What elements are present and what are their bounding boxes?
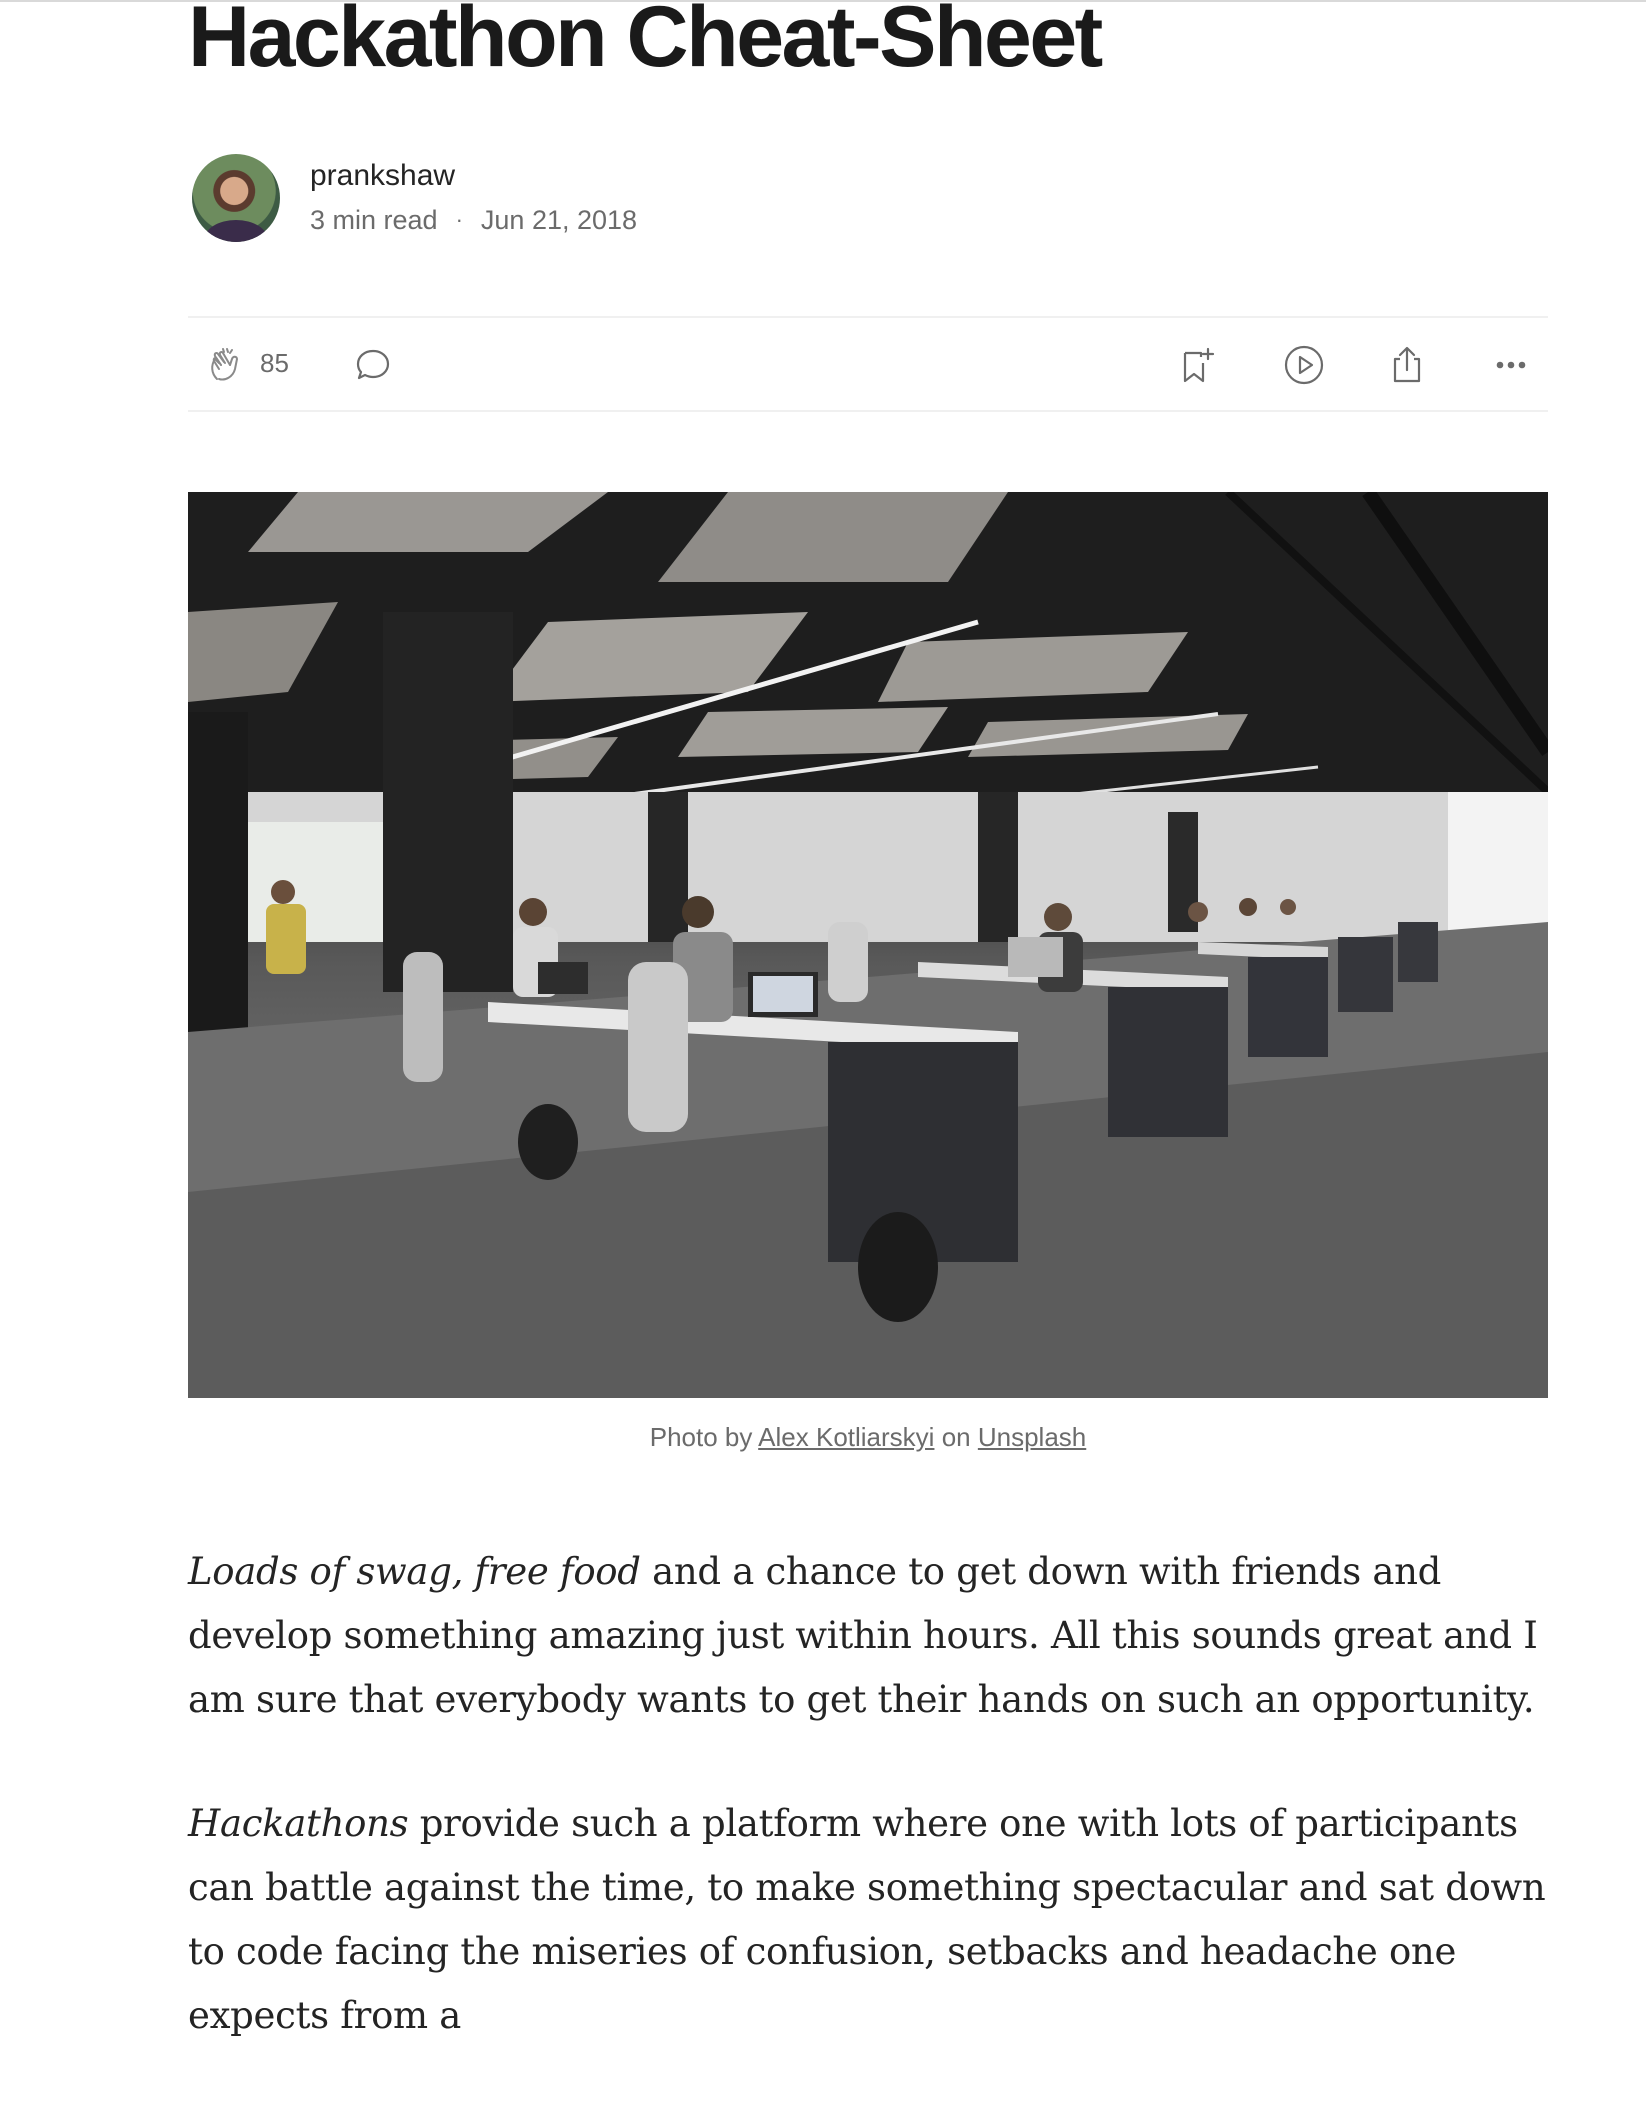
bookmark-add-icon[interactable] — [1176, 344, 1218, 386]
article-action-bar: 85 — [188, 316, 1548, 412]
read-time: 3 min read — [310, 205, 438, 235]
article: Hackathon Cheat-Sheet prankshaw 3 min re… — [188, 0, 1548, 2037]
share-icon[interactable] — [1386, 344, 1428, 386]
publish-date: Jun 21, 2018 — [480, 205, 638, 235]
caption-prefix: Photo by — [649, 1422, 753, 1452]
unsplash-link[interactable]: Unsplash — [978, 1422, 1086, 1452]
more-icon[interactable] — [1490, 344, 1532, 386]
article-body: Loads of swag, free food and a chance to… — [188, 1540, 1548, 2108]
author-name[interactable]: prankshaw — [310, 157, 637, 195]
clap-count: 85 — [260, 348, 289, 378]
author-meta: prankshaw 3 min read · Jun 21, 2018 — [310, 157, 637, 239]
article-meta: 3 min read · Jun 21, 2018 — [310, 201, 637, 239]
photographer-link[interactable]: Alex Kotliarskyi — [758, 1422, 934, 1452]
article-title: Hackathon Cheat-Sheet — [188, 0, 1103, 85]
paragraph: Loads of swag, free food and a chance to… — [188, 1540, 1548, 1732]
caption-middle: on — [941, 1422, 971, 1452]
meta-separator: · — [455, 207, 463, 232]
author-avatar[interactable] — [192, 154, 280, 242]
image-caption: Photo by Alex Kotliarskyi on Unsplash — [188, 1422, 1548, 1453]
hero-image — [188, 492, 1548, 1398]
paragraph-emphasis: Loads of swag, free food — [188, 1550, 641, 1593]
paragraph: Hackathons provide such a platform where… — [188, 1792, 1548, 2048]
paragraph-emphasis: Hackathons — [188, 1802, 409, 1845]
comment-icon[interactable] — [352, 344, 394, 386]
clap-icon[interactable] — [204, 344, 246, 386]
play-icon[interactable] — [1283, 344, 1325, 386]
author-row: prankshaw 3 min read · Jun 21, 2018 — [192, 154, 637, 242]
